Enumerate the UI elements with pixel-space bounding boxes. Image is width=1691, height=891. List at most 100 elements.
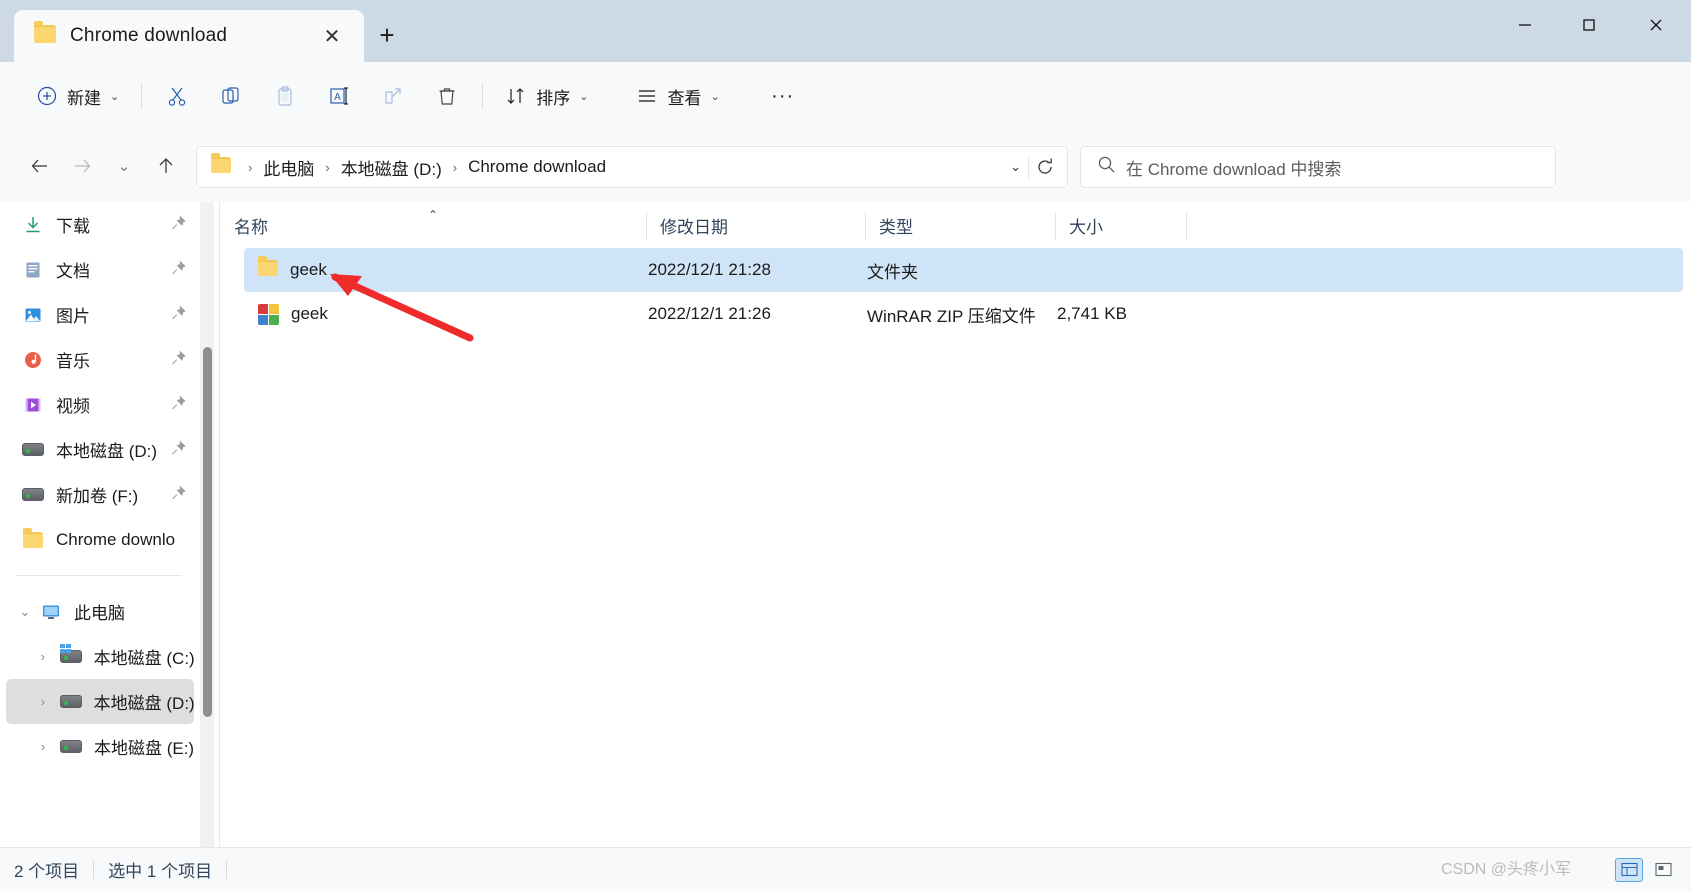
search-icon [1097, 155, 1116, 179]
pin-icon [171, 484, 186, 504]
column-divider[interactable] [1186, 212, 1187, 240]
minimize-button[interactable] [1493, 0, 1557, 50]
breadcrumb: › 此电脑 › 本地磁盘 (D:) › Chrome download [245, 152, 612, 183]
column-header-label: 修改日期 [660, 217, 728, 237]
trash-icon [439, 88, 455, 105]
rename-button[interactable]: A [316, 75, 362, 117]
breadcrumb-item-local-disk-d[interactable]: 本地磁盘 (D:) [335, 152, 448, 183]
pin-icon [171, 304, 186, 324]
drive-icon [58, 740, 84, 753]
column-header-label: 名称 [234, 217, 268, 237]
pictures-icon [20, 305, 46, 325]
close-tab-icon[interactable]: ✕ [318, 22, 346, 50]
new-button-label: 新建 [67, 88, 101, 108]
pin-icon [171, 214, 186, 234]
clipboard-icon [278, 86, 292, 106]
arrow-right-icon [75, 159, 91, 173]
folder-icon [258, 256, 278, 280]
tab-chrome-download[interactable]: Chrome download ✕ [14, 10, 364, 62]
sort-button[interactable]: 排序 ⌄ [495, 75, 598, 117]
file-name-cell: geek [258, 256, 327, 280]
view-button[interactable]: 查看 ⌄ [626, 75, 729, 117]
address-bar[interactable]: › 此电脑 › 本地磁盘 (D:) › Chrome download ⌄ [196, 146, 1068, 188]
drive-icon [20, 443, 46, 456]
up-button[interactable] [146, 146, 186, 186]
selected-count: 选中 1 个项目 [108, 862, 213, 881]
maximize-button[interactable] [1557, 0, 1621, 50]
details-view-button[interactable] [1615, 857, 1643, 882]
column-header-size[interactable]: 大小 [1055, 202, 1186, 248]
svg-text:A: A [334, 92, 341, 103]
chevron-right-icon[interactable]: › [32, 739, 54, 754]
sidebar-item-local-disk-d-tree[interactable]: › 本地磁盘 (D:) [6, 679, 194, 724]
file-type-cell: WinRAR ZIP 压缩文件 [867, 306, 1036, 326]
file-name-cell: geek [258, 303, 328, 325]
breadcrumb-item-this-pc[interactable]: 此电脑 [257, 152, 320, 183]
search-input[interactable]: 在 Chrome download 中搜索 [1080, 146, 1556, 188]
breadcrumb-item-chrome-download[interactable]: Chrome download [462, 154, 612, 180]
sidebar-item-pictures[interactable]: 图片 [6, 292, 194, 337]
sort-ascending-icon: ⌃ [427, 208, 439, 222]
title-bar: Chrome download ✕ + [0, 0, 1691, 62]
column-header-type[interactable]: 类型 [865, 202, 1055, 248]
sidebar-item-local-disk-d[interactable]: 本地磁盘 (D:) [6, 427, 194, 472]
table-row[interactable]: geek 2022/12/1 21:26 WinRAR ZIP 压缩文件 2,7… [244, 292, 1683, 336]
folder-icon [34, 21, 56, 47]
sidebar-item-label: Chrome downlo [56, 529, 176, 549]
refresh-icon [1038, 158, 1052, 174]
sidebar-item-label: 本地磁盘 (D:) [93, 694, 194, 713]
sidebar-item-music[interactable]: 音乐 [6, 337, 194, 382]
chevron-down-icon[interactable]: ⌄ [14, 604, 36, 620]
sidebar-item-label: 新加卷 (F:) [56, 487, 139, 506]
drive-icon [20, 488, 46, 501]
table-row[interactable]: geek 2022/12/1 21:28 文件夹 [244, 248, 1683, 292]
sort-icon [507, 88, 524, 104]
sidebar-divider [16, 575, 182, 576]
sidebar-item-this-pc[interactable]: ⌄ 此电脑 [6, 589, 194, 634]
content-area: 下载 文档 图片 音乐 视频 本地磁盘 (D:) 新加卷 (F:) Chrome… [0, 202, 1691, 847]
pin-icon [171, 259, 186, 279]
chevron-right-icon[interactable]: › [32, 694, 54, 709]
sidebar-scrollbar[interactable] [200, 202, 214, 847]
forward-button[interactable] [62, 146, 102, 186]
refresh-button[interactable] [1031, 153, 1059, 181]
drive-icon [58, 644, 84, 663]
divider [482, 83, 484, 109]
new-tab-button[interactable]: + [370, 18, 404, 52]
large-icons-view-button[interactable] [1649, 858, 1677, 882]
back-button[interactable] [20, 146, 60, 186]
sidebar-item-new-volume-f[interactable]: 新加卷 (F:) [6, 472, 194, 517]
sidebar-item-chrome-download[interactable]: Chrome downlo [6, 517, 194, 562]
cut-button[interactable] [154, 75, 200, 117]
close-window-button[interactable] [1621, 0, 1691, 50]
view-button-label: 查看 [667, 88, 702, 108]
sidebar-item-local-disk-c[interactable]: › 本地磁盘 (C:) [6, 634, 194, 679]
chevron-down-icon: ⌄ [579, 90, 589, 103]
sidebar-item-local-disk-e[interactable]: › 本地磁盘 (E:) [6, 724, 194, 769]
share-button[interactable] [370, 75, 416, 117]
sidebar-scrollbar-thumb[interactable] [203, 347, 212, 717]
sidebar-item-videos[interactable]: 视频 [6, 382, 194, 427]
column-headers: 名称 ⌃ 修改日期 类型 大小 [220, 202, 1691, 248]
sidebar-item-label: 文档 [56, 262, 90, 281]
column-header-name[interactable]: 名称 ⌃ [220, 202, 646, 248]
sort-button-label: 排序 [536, 88, 571, 108]
chevron-right-icon[interactable]: › [32, 649, 54, 664]
file-size-cell: 2,741 KB [1057, 304, 1127, 323]
this-pc-icon [38, 602, 64, 622]
pin-icon [171, 349, 186, 369]
new-button[interactable]: 新建 ⌄ [26, 75, 129, 117]
column-header-date-modified[interactable]: 修改日期 [646, 202, 865, 248]
delete-button[interactable] [424, 75, 470, 117]
address-dropdown-icon[interactable]: ⌄ [1010, 159, 1021, 175]
sidebar-item-label: 下载 [56, 217, 90, 236]
ellipsis-icon: ··· [771, 84, 795, 107]
paste-button[interactable] [262, 75, 308, 117]
sidebar-item-documents[interactable]: 文档 [6, 247, 194, 292]
recent-locations-button[interactable]: ⌄ [104, 146, 144, 186]
copy-button[interactable] [208, 75, 254, 117]
sidebar-item-downloads[interactable]: 下载 [6, 202, 194, 247]
file-name: geek [290, 260, 327, 279]
more-options-button[interactable]: ··· [760, 75, 806, 117]
address-bar-row: ⌄ › 此电脑 › 本地磁盘 (D:) › Chrome download ⌄ [0, 130, 1691, 202]
